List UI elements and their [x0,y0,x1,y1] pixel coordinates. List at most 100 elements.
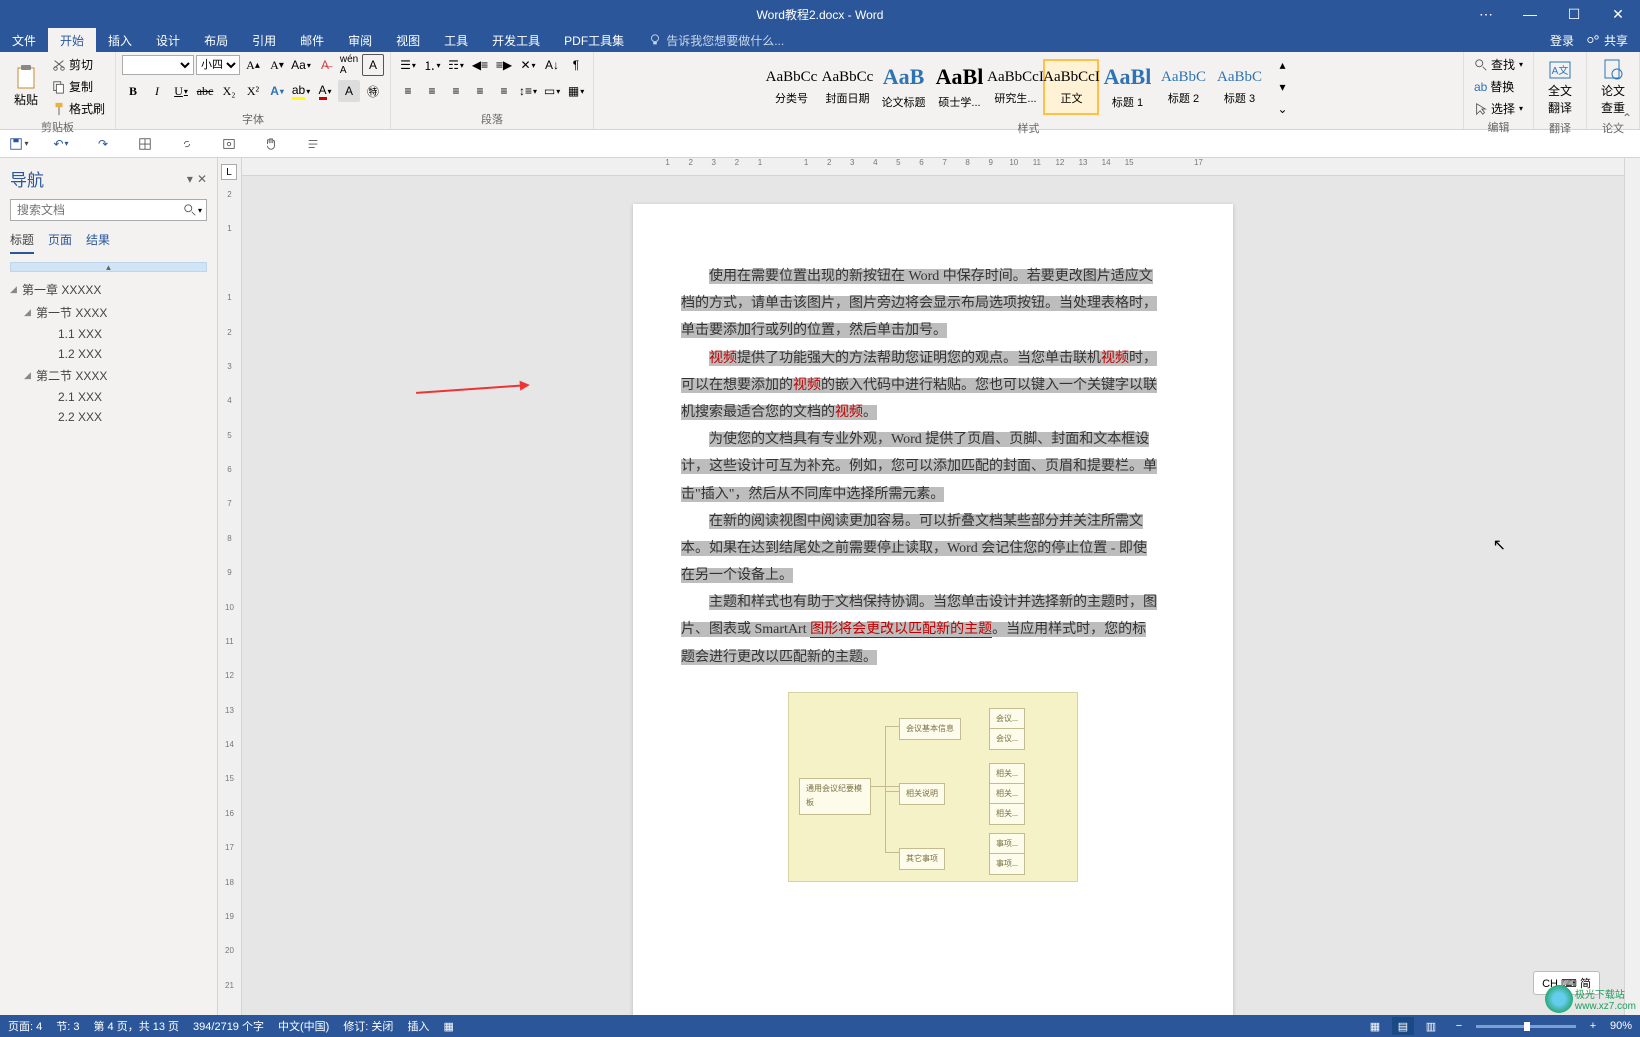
status-page-of[interactable]: 第 4 页，共 13 页 [93,1018,179,1034]
multilevel-list-button[interactable]: ☶▾ [445,54,467,76]
view-read-mode-button[interactable]: ▦ [1364,1017,1386,1035]
style-item[interactable]: AaBl硕士学... [931,59,987,115]
text-effects-button[interactable]: A▾ [266,80,288,102]
align-center-button[interactable]: ≡ [421,80,443,102]
view-web-layout-button[interactable]: ▥ [1420,1017,1442,1035]
status-track-changes[interactable]: 修订: 关闭 [343,1018,393,1034]
vertical-ruler[interactable]: L 21123456789101112131415161718192021 [218,158,242,1015]
font-size-select[interactable]: 小四 [196,55,240,75]
tab-pdf-tools[interactable]: PDF工具集 [552,28,636,52]
qat-btn-6[interactable] [218,133,240,155]
replace-button[interactable]: ab替换 [1470,76,1527,97]
zoom-level[interactable]: 90% [1610,1020,1632,1032]
tab-mailings[interactable]: 邮件 [288,28,336,52]
undo-button[interactable]: ↶▾ [50,133,72,155]
styles-gallery[interactable]: AaBbCc分类号AaBbCc封面日期AaB论文标题AaBl硕士学...AaBb… [763,59,1267,115]
style-item[interactable]: AaBbCc封面日期 [819,59,875,115]
format-painter-button[interactable]: 格式刷 [48,98,109,119]
nav-scroll-up-bar[interactable]: ▲ [10,262,207,272]
zoom-slider[interactable] [1476,1025,1576,1028]
tab-design[interactable]: 设计 [144,28,192,52]
justify-button[interactable]: ≡ [469,80,491,102]
qat-btn-5[interactable] [176,133,198,155]
sort-button[interactable]: A↓ [541,54,563,76]
view-print-layout-button[interactable]: ▤ [1392,1017,1414,1035]
nav-tree-node[interactable]: 1.2 XXX [10,344,207,364]
nav-tree-node[interactable]: ◢第一节 XXXX [10,301,207,324]
ime-indicator[interactable]: CH ⌨ 简 [1533,971,1600,995]
nav-tree-node[interactable]: 1.1 XXX [10,324,207,344]
qat-btn-4[interactable] [134,133,156,155]
tab-file[interactable]: 文件 [0,28,48,52]
share-button[interactable]: 共享 [1586,32,1628,49]
status-macro-icon[interactable]: ▦ [443,1020,453,1033]
bullets-button[interactable]: ☰▾ [397,54,419,76]
nav-search-box[interactable]: ▾ [10,199,207,221]
tab-layout[interactable]: 布局 [192,28,240,52]
align-left-button[interactable]: ≡ [397,80,419,102]
nav-tree-node[interactable]: 2.2 XXX [10,407,207,427]
change-case-button[interactable]: Aa▾ [290,54,312,76]
tab-review[interactable]: 审阅 [336,28,384,52]
tab-developer[interactable]: 开发工具 [480,28,552,52]
tab-tools[interactable]: 工具 [432,28,480,52]
tab-selector[interactable]: L [221,164,237,180]
nav-close-button[interactable]: ✕ [197,172,207,186]
bold-button[interactable]: B [122,80,144,102]
show-marks-button[interactable]: ¶ [565,54,587,76]
zoom-out-button[interactable]: − [1448,1017,1470,1035]
nav-tab-pages[interactable]: 页面 [48,231,72,254]
ribbon-display-options-button[interactable]: ⋯ [1464,0,1508,28]
zoom-in-button[interactable]: + [1582,1017,1604,1035]
increase-indent-button[interactable]: ≡▶ [493,54,515,76]
subscript-button[interactable]: X₂ [218,80,240,102]
style-item[interactable]: AaBbC标题 3 [1211,59,1267,115]
superscript-button[interactable]: X² [242,80,264,102]
nav-tree-node[interactable]: ◢第二节 XXXX [10,364,207,387]
minimize-button[interactable]: — [1508,0,1552,28]
tab-view[interactable]: 视图 [384,28,432,52]
find-button[interactable]: 查找▾ [1470,54,1527,75]
character-shading-button[interactable]: A [338,80,360,102]
styles-scroll-up-button[interactable]: ▴ [1271,54,1293,76]
qat-btn-7[interactable] [260,133,282,155]
tab-home[interactable]: 开始 [48,28,96,52]
maximize-button[interactable]: ☐ [1552,0,1596,28]
styles-scroll-down-button[interactable]: ▾ [1271,76,1293,98]
tab-insert[interactable]: 插入 [96,28,144,52]
nav-tab-results[interactable]: 结果 [86,231,110,254]
embedded-mindmap-image[interactable]: 通用会议纪要模板 会议基本信息 相关说明 其它事项 会议... 会议... 相关… [788,692,1078,882]
grow-font-button[interactable]: A▴ [242,54,264,76]
collapse-ribbon-button[interactable]: ⌃ [1622,111,1632,125]
style-item[interactable]: AaBl标题 1 [1099,59,1155,115]
distribute-button[interactable]: ≡ [493,80,515,102]
document-scroll-area[interactable]: 1232112345678910111213141517 使用在需要位置出现的新… [242,158,1624,1015]
numbering-button[interactable]: ⒈▾ [421,54,443,76]
styles-expand-button[interactable]: ⌄ [1271,98,1293,120]
paste-button[interactable]: 粘贴 [6,61,46,112]
style-item[interactable]: AaBbCc分类号 [763,59,819,115]
phonetic-guide-button[interactable]: wénA [338,54,360,76]
italic-button[interactable]: I [146,80,168,102]
align-right-button[interactable]: ≡ [445,80,467,102]
strike-button[interactable]: abc [194,80,216,102]
nav-tree-node[interactable]: 2.1 XXX [10,387,207,407]
style-item[interactable]: AaB论文标题 [875,59,931,115]
document-page[interactable]: 使用在需要位置出现的新按钮在 Word 中保存时间。若要更改图片适应文 档的方式… [633,204,1233,1015]
borders-button[interactable]: ▦▾ [565,80,587,102]
status-page[interactable]: 页面: 4 [8,1018,42,1034]
decrease-indent-button[interactable]: ◀≡ [469,54,491,76]
style-item[interactable]: AaBbCcI研究生... [987,59,1043,115]
qat-btn-8[interactable] [302,133,324,155]
close-button[interactable]: ✕ [1596,0,1640,28]
tab-references[interactable]: 引用 [240,28,288,52]
status-word-count[interactable]: 394/2719 个字 [193,1018,264,1034]
save-button[interactable]: ▾ [8,133,30,155]
select-button[interactable]: 选择▾ [1470,98,1527,119]
asian-layout-button[interactable]: ✕▾ [517,54,539,76]
style-item[interactable]: AaBbCcI正文 [1043,59,1099,115]
nav-tab-headings[interactable]: 标题 [10,231,34,254]
nav-search-input[interactable] [15,202,183,218]
character-border-button[interactable]: A [362,54,384,76]
cut-button[interactable]: 剪切 [48,54,109,75]
